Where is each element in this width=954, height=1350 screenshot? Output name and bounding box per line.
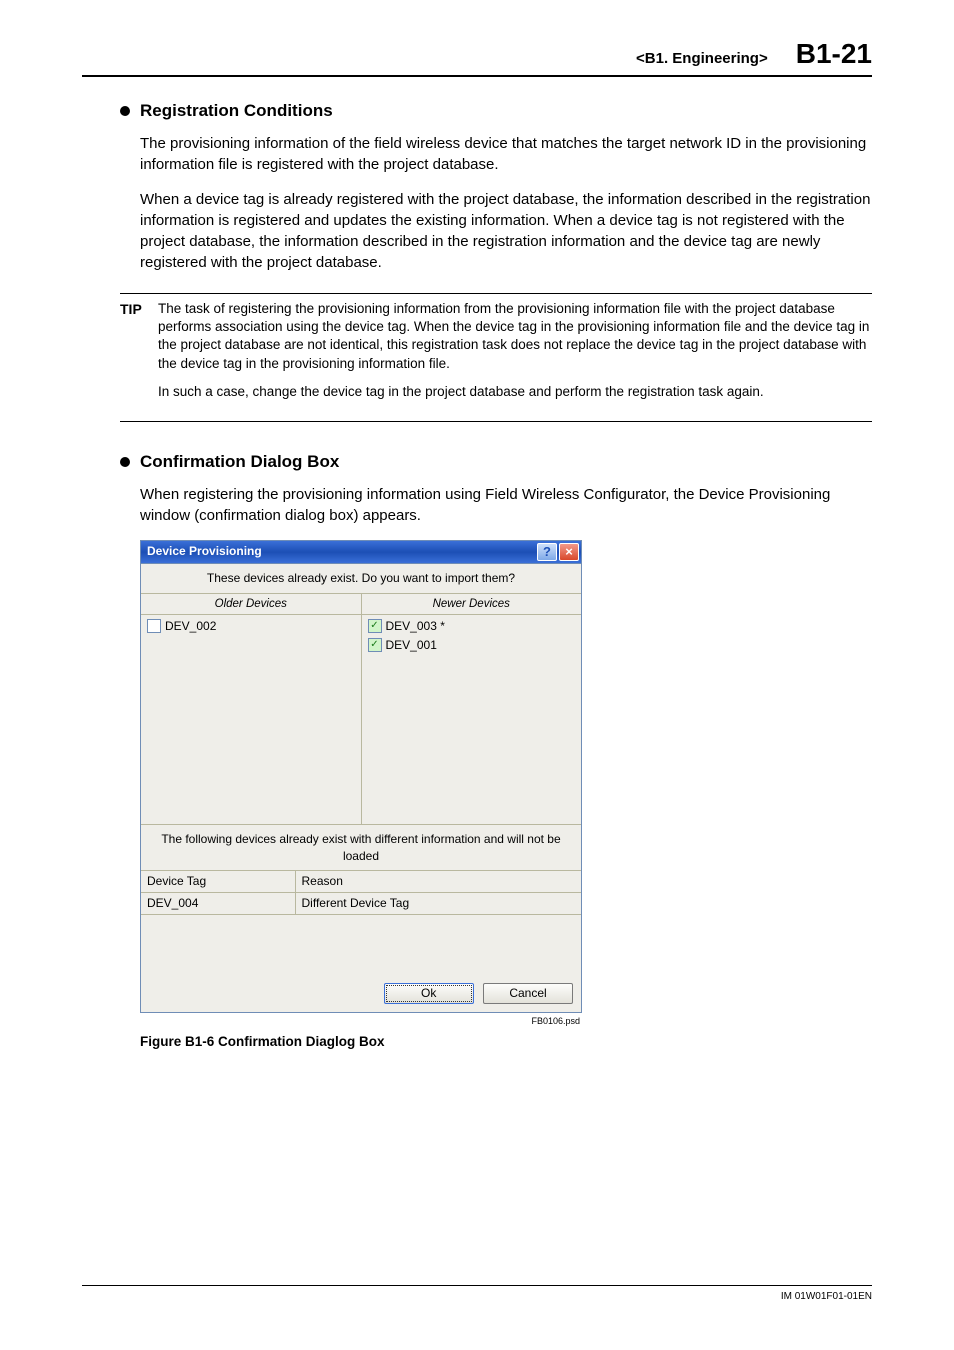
dialog-message: The following devices already exist with… <box>141 825 581 872</box>
cell-reason: Different Device Tag <box>295 893 581 915</box>
figure-source-file: FB0106.psd <box>140 1015 580 1028</box>
device-label: DEV_002 <box>165 618 216 635</box>
list-item[interactable]: ✓ DEV_001 <box>368 636 576 655</box>
page-footer: IM 01W01F01-01EN <box>82 1285 872 1304</box>
help-button[interactable]: ? <box>537 543 557 561</box>
cell-device-tag: DEV_004 <box>141 893 295 915</box>
newer-devices-list: ✓ DEV_003 * ✓ DEV_001 <box>362 615 582 825</box>
heading-registration-conditions: Registration Conditions <box>120 99 872 123</box>
header-page-number: B1-21 <box>796 34 872 73</box>
paragraph: When registering the provisioning inform… <box>140 484 872 526</box>
bullet-icon <box>120 106 130 116</box>
tip-label: TIP <box>120 300 158 411</box>
paragraph: The provisioning information of the fiel… <box>140 133 872 175</box>
close-button[interactable]: × <box>559 543 579 561</box>
column-header-newer: Newer Devices <box>362 594 582 615</box>
dialog-titlebar[interactable]: Device Provisioning ? × <box>141 541 581 564</box>
page-header: <B1. Engineering> B1-21 <box>82 34 872 77</box>
tip-paragraph: The task of registering the provisioning… <box>158 300 872 373</box>
conflict-table: Device Tag Reason DEV_004 Different Devi… <box>141 871 581 915</box>
cancel-button[interactable]: Cancel <box>483 983 573 1004</box>
tip-paragraph: In such a case, change the device tag in… <box>158 383 872 401</box>
device-label: DEV_003 * <box>386 618 445 635</box>
heading-text: Confirmation Dialog Box <box>140 450 339 474</box>
paragraph: When a device tag is already registered … <box>140 189 872 273</box>
checkbox[interactable] <box>147 619 161 633</box>
tip-block: TIP The task of registering the provisio… <box>120 293 872 422</box>
column-header-older: Older Devices <box>141 594 361 615</box>
table-row: DEV_004 Different Device Tag <box>141 893 581 915</box>
list-item[interactable]: ✓ DEV_003 * <box>368 617 576 636</box>
checkbox[interactable]: ✓ <box>368 638 382 652</box>
ok-button[interactable]: Ok <box>384 983 474 1004</box>
list-item[interactable]: DEV_002 <box>147 617 355 636</box>
figure-caption: Figure B1-6 Confirmation Diaglog Box <box>140 1033 872 1052</box>
heading-confirmation-dialog: Confirmation Dialog Box <box>120 450 872 474</box>
bullet-icon <box>120 457 130 467</box>
dialog-title: Device Provisioning <box>147 543 262 560</box>
older-devices-list: DEV_002 <box>141 615 361 825</box>
header-section: <B1. Engineering> <box>636 48 768 69</box>
device-provisioning-dialog: Device Provisioning ? × These devices al… <box>140 540 582 1013</box>
heading-text: Registration Conditions <box>140 99 333 123</box>
footer-doc-id: IM 01W01F01-01EN <box>781 1291 872 1302</box>
device-label: DEV_001 <box>386 637 437 654</box>
dialog-question: These devices already exist. Do you want… <box>141 564 581 594</box>
table-header-reason: Reason <box>295 871 581 892</box>
table-header-device-tag: Device Tag <box>141 871 295 892</box>
checkbox[interactable]: ✓ <box>368 619 382 633</box>
